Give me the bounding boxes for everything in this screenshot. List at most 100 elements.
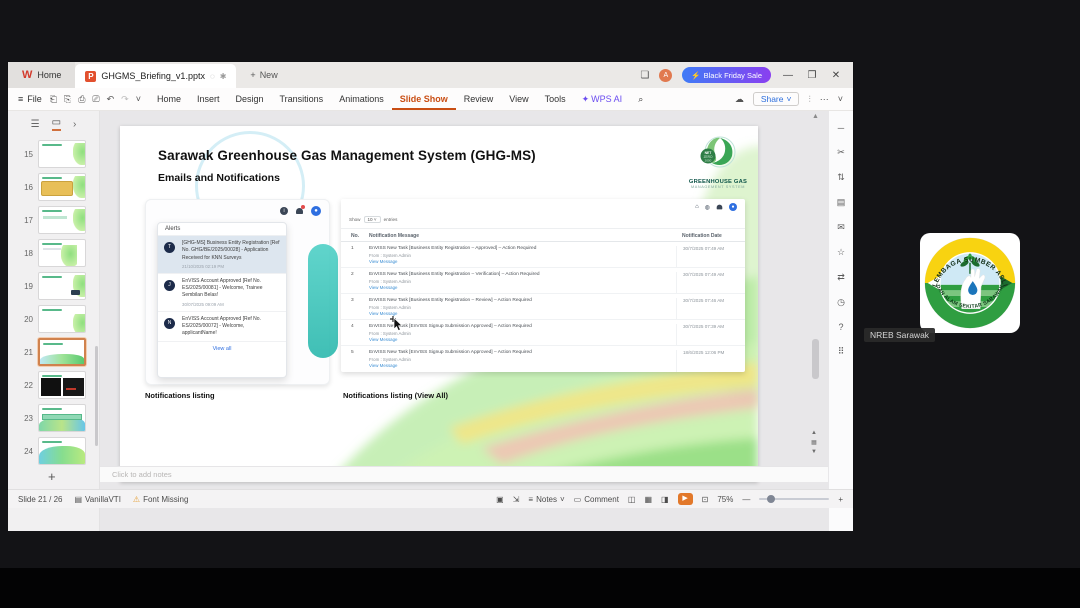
print-icon[interactable]: ⎙ — [78, 94, 85, 105]
reading-view-icon[interactable]: ◨ — [661, 495, 669, 504]
zoom-slider-handle[interactable] — [767, 495, 776, 503]
tab-home[interactable]: Home — [149, 94, 189, 104]
next-slide-icon[interactable]: ▼ — [811, 448, 817, 458]
help-icon[interactable]: ? — [838, 322, 843, 332]
search-icon[interactable]: ⌕ — [630, 94, 651, 105]
slide-jump-icon[interactable]: ▦ — [811, 439, 817, 449]
file-menu[interactable]: ≡ File — [8, 94, 42, 104]
slide-thumbnail[interactable] — [38, 239, 86, 267]
notifications-table-screenshot[interactable]: ⌂ ◍ ● Show 10 ˅ entries No. Notification… — [341, 199, 745, 372]
collapse-pane-icon[interactable]: ─ — [838, 123, 844, 133]
redo-icon[interactable]: ↷ — [121, 94, 129, 105]
more-icon[interactable]: ⋯ — [820, 94, 829, 105]
save-icon[interactable]: ⎗ — [50, 94, 57, 105]
slide-canvas[interactable]: Sarawak Greenhouse Gas Management System… — [120, 126, 758, 482]
tab-design[interactable]: Design — [227, 94, 271, 104]
slide-subtitle[interactable]: Emails and Notifications — [158, 172, 280, 184]
copy-icon[interactable]: ▤ — [837, 197, 846, 208]
black-friday-sale-button[interactable]: ⚡ Black Friday Sale — [682, 67, 771, 83]
slide-thumbnail-selected[interactable] — [38, 338, 86, 366]
zoom-in-icon[interactable]: + — [838, 495, 843, 504]
outline-view-icon[interactable]: ☰ — [31, 119, 40, 130]
tab-view[interactable]: View — [501, 94, 536, 104]
tab-transitions[interactable]: Transitions — [272, 94, 332, 104]
expand-panel-icon[interactable]: › — [73, 119, 76, 130]
comment-button[interactable]: ▭ Comment — [574, 495, 619, 504]
participant-video-tile[interactable]: LEMBAGA SUMBER ASLI DAN ALAM SEKITAR SAR… — [920, 233, 1020, 333]
quickbar-more-icon[interactable]: ˅ — [136, 94, 141, 104]
thumbnail-row-19[interactable]: 19 — [8, 271, 100, 301]
slide-thumbnail[interactable] — [38, 437, 86, 465]
zoom-out-icon[interactable]: — — [742, 495, 750, 504]
notes-toggle[interactable]: ≡ Notes ˅ — [528, 495, 564, 504]
thumbnail-row-24[interactable]: 24 — [8, 436, 100, 466]
slide-thumbnail[interactable] — [38, 206, 86, 234]
collapse-ribbon-icon[interactable]: ˅ — [838, 94, 843, 104]
favorites-icon[interactable]: ☆ — [837, 247, 845, 258]
thumbnail-row-17[interactable]: 17 — [8, 205, 100, 235]
sort-icon[interactable]: ⇅ — [837, 172, 845, 183]
font-missing-warning[interactable]: ⚠ Font Missing — [133, 495, 189, 504]
slide-thumbnail[interactable] — [38, 272, 86, 300]
undo-icon[interactable]: ↶ — [107, 94, 115, 105]
slide-thumbnail[interactable] — [38, 305, 86, 333]
window-switch-icon[interactable]: ❏ — [640, 70, 649, 81]
ghgms-logo[interactable]: NET ZERO 2050 GREENHOUSE GAS MANAGEMENT … — [686, 134, 750, 198]
previous-slide-icon[interactable]: ▲ — [811, 429, 817, 439]
cloud-sync-icon[interactable]: ☁ — [735, 94, 744, 105]
tab-wps-ai[interactable]: ✦ WPS AI — [574, 94, 631, 105]
thumbnail-row-21[interactable]: 21 — [8, 337, 100, 367]
slide-thumbnail[interactable] — [38, 371, 86, 399]
fit-slide-icon[interactable]: ⊡ — [702, 495, 709, 504]
export-icon[interactable]: ⎘ — [64, 94, 71, 105]
tab-slide-show[interactable]: Slide Show — [391, 88, 456, 110]
account-avatar[interactable]: A — [659, 68, 673, 82]
add-slide-button[interactable]: + — [48, 469, 56, 484]
tab-tools[interactable]: Tools — [537, 94, 574, 104]
close-button[interactable]: ✕ — [829, 70, 843, 81]
zoom-slider[interactable] — [759, 495, 830, 503]
slide-title[interactable]: Sarawak Greenhouse Gas Management System… — [158, 148, 536, 163]
slide-view-icon[interactable]: ▭ — [51, 117, 62, 131]
cut-icon[interactable]: ✂ — [837, 147, 845, 158]
share-button[interactable]: Share ˅ — [752, 92, 800, 106]
tab-sync-icon[interactable]: ◌ — [210, 72, 215, 81]
new-tab-button[interactable]: + New — [250, 70, 277, 80]
thumbnail-row-23[interactable]: 23 — [8, 403, 100, 433]
tab-review[interactable]: Review — [456, 94, 502, 104]
apps-grid-icon[interactable]: ⠿ — [838, 346, 845, 357]
slide-sorter-icon[interactable]: ▦ — [644, 495, 652, 504]
task-pane-icon[interactable]: ⫶ — [808, 94, 810, 105]
thumbnail-row-22[interactable]: 22 — [8, 370, 100, 400]
slide-thumbnail[interactable] — [38, 173, 86, 201]
caption-notifications-listing-view-all[interactable]: Notifications listing (View All) — [343, 391, 448, 400]
slide-thumbnail[interactable] — [38, 404, 86, 432]
zoom-level[interactable]: 75% — [717, 495, 733, 504]
comment-pane-icon[interactable]: ✉ — [837, 222, 845, 233]
move-pane-icon[interactable]: ⇲ — [513, 495, 520, 504]
history-icon[interactable]: ◷ — [837, 297, 845, 308]
tab-animations[interactable]: Animations — [331, 94, 392, 104]
transfer-icon[interactable]: ⇄ — [837, 272, 845, 283]
home-tab[interactable]: W Home — [8, 62, 76, 88]
slide-thumbnail[interactable] — [38, 140, 86, 168]
thumbnail-row-15[interactable]: 15 — [8, 139, 100, 169]
alerts-screenshot[interactable]: i ● Alerts T [GHG-MS] Business Entity Re… — [145, 199, 330, 385]
document-tab[interactable]: P GHGMS_Briefing_v1.pptx ◌ ✱ — [75, 64, 237, 88]
normal-view-icon[interactable]: ◫ — [628, 495, 636, 504]
thumbnail-row-18[interactable]: 18 — [8, 238, 100, 268]
thumbnail-row-20[interactable]: 20 — [8, 304, 100, 334]
slide-nav-buttons[interactable]: ▲ ▦ ▼ — [811, 429, 817, 458]
restore-button[interactable]: ❐ — [805, 70, 819, 81]
slideshow-play-button[interactable]: ▶ — [677, 493, 693, 505]
notes-bar[interactable]: Click to add notes — [100, 466, 828, 482]
panel-scrollbar[interactable] — [95, 346, 98, 446]
print-preview-icon[interactable]: ⎚ — [92, 94, 99, 105]
theme-indicator[interactable]: ▤ VanillaVTI — [74, 495, 120, 504]
thumbnail-row-16[interactable]: 16 — [8, 172, 100, 202]
minimize-button[interactable]: — — [781, 70, 795, 81]
editor-scrollbar-thumb[interactable] — [812, 339, 819, 379]
scroll-up-icon[interactable]: ▲ — [812, 113, 819, 120]
selection-pane-icon[interactable]: ▣ — [496, 495, 504, 504]
caption-notifications-listing[interactable]: Notifications listing — [145, 391, 215, 400]
